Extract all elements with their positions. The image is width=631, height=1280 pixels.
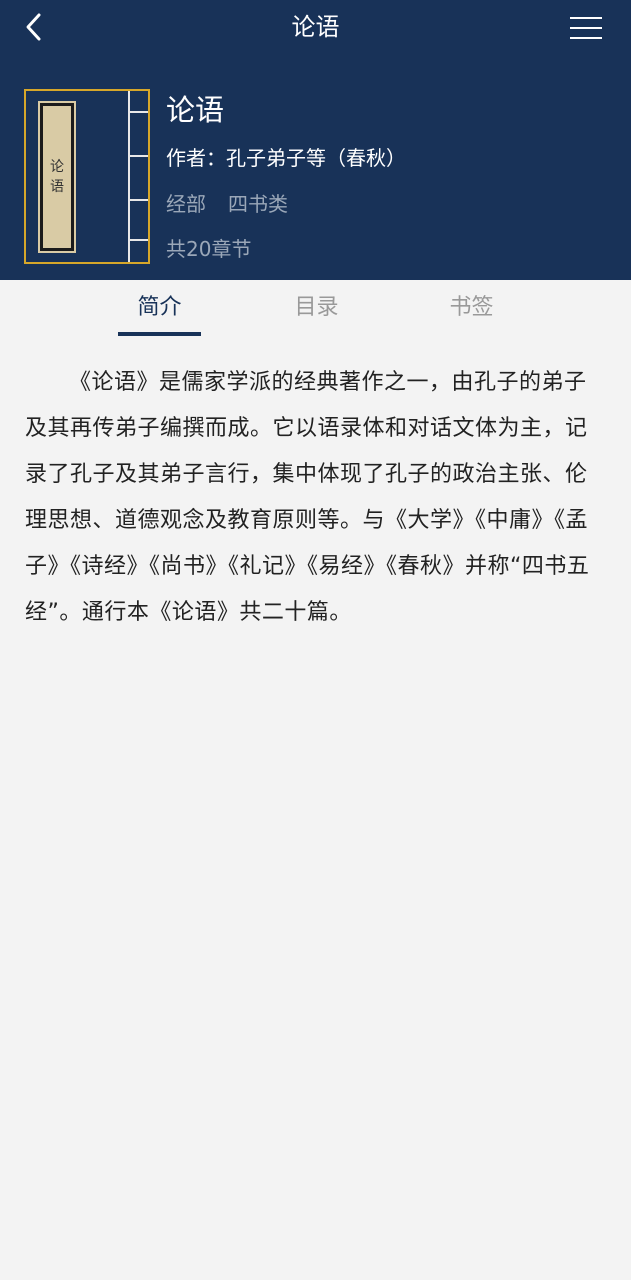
book-categories: 经部 四书类	[166, 189, 288, 219]
book-cover: 论 语	[24, 89, 150, 264]
menu-button[interactable]	[565, 12, 607, 44]
tab-contents[interactable]: 目录	[275, 290, 358, 338]
book-subcategory: 四书类	[228, 192, 288, 216]
book-category: 经部	[166, 192, 206, 216]
hamburger-menu-icon	[570, 17, 602, 39]
tab-bookmarks[interactable]: 书签	[430, 290, 513, 338]
book-introduction: 《论语》是儒家学派的经典著作之一，由孔子的弟子及其再传弟子编撰而成。它以语录体和…	[25, 370, 590, 625]
back-button[interactable]	[18, 10, 50, 44]
chevron-left-icon	[26, 13, 41, 41]
cover-title-char: 语	[50, 179, 64, 195]
book-author: 作者：孔子弟子等（春秋）	[166, 146, 406, 170]
tab-intro[interactable]: 简介	[118, 290, 201, 338]
book-title: 论语	[166, 93, 225, 127]
page-title: 论语	[291, 13, 340, 41]
active-tab-indicator	[118, 332, 201, 336]
cover-title-label: 论 语	[38, 101, 76, 253]
cover-title-char: 论	[50, 159, 64, 175]
tab-bar: 简介 目录 书签	[0, 280, 631, 338]
cover-spine	[128, 91, 148, 262]
chapter-count: 共20章节	[166, 237, 252, 261]
book-header: 论语 论 语 论语 作者：孔子弟子等（春秋） 经部 四书类 共20章节	[0, 0, 631, 280]
